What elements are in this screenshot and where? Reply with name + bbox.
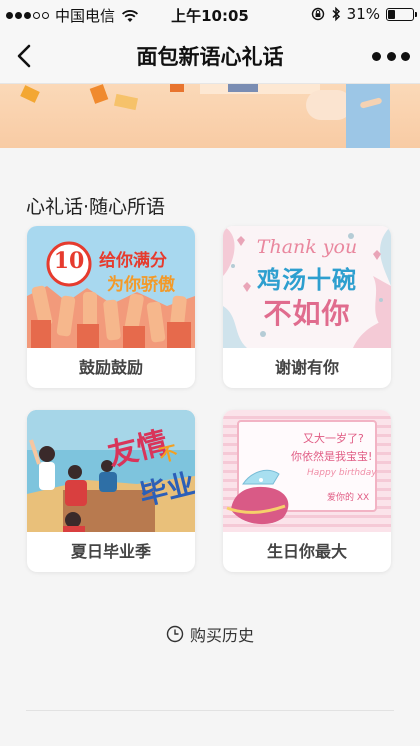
banner-decoration [228, 84, 258, 92]
art-text: Thank you [256, 236, 358, 258]
nav-bar: 面包新语心礼话 [0, 28, 420, 84]
card-label: 谢谢有你 [274, 358, 339, 377]
shoe-pillow-illustration [226, 469, 289, 525]
section-title: 心礼话·随心所语 [26, 196, 166, 218]
card-birthday[interactable]: 又大一岁了? 你依然是我宝宝! Happy birthday 爱你的 XX 生日… [223, 410, 391, 572]
card-label: 鼓励鼓励 [78, 358, 143, 377]
card-encourage[interactable]: 10 给你满分 为你骄傲 鼓励鼓励 [27, 226, 195, 388]
banner-decoration [20, 85, 40, 103]
card-image: 友情 不 毕业 [27, 410, 195, 532]
battery-fill [388, 9, 396, 19]
banner-image[interactable] [0, 84, 420, 148]
more-dots-icon[interactable] [372, 46, 410, 66]
card-image: 又大一岁了? 你依然是我宝宝! Happy birthday 爱你的 XX [223, 410, 391, 532]
bluetooth-icon [332, 6, 340, 22]
battery-icon [386, 7, 417, 21]
banner-decoration [346, 84, 390, 148]
card-label: 夏日毕业季 [70, 542, 151, 561]
banner-decoration [200, 84, 320, 94]
rotation-lock-icon [311, 7, 324, 21]
card-label: 生日你最大 [266, 542, 347, 561]
card-image: Thank you 鸡汤十碗 不如你 [223, 226, 391, 348]
card-image: 10 给你满分 为你骄傲 [27, 226, 195, 348]
art-text: 不如你 [263, 297, 351, 330]
art-text: 给你满分 [99, 251, 167, 271]
banner-decoration [170, 84, 184, 92]
divider [26, 710, 394, 711]
card-thanks[interactable]: Thank you 鸡汤十碗 不如你 谢谢有你 [223, 226, 391, 388]
card-graduation[interactable]: 友情 不 毕业 夏日毕业季 [27, 410, 195, 572]
art-text: 为你骄傲 [107, 275, 175, 295]
clock-icon [166, 625, 184, 643]
purchase-history-link[interactable]: 购买历史 [0, 622, 420, 646]
page-title: 面包新语心礼话 [136, 45, 284, 69]
banner-decoration [113, 93, 139, 111]
battery-percent: 31% [346, 5, 380, 23]
chevron-left-icon[interactable] [10, 40, 42, 72]
status-right: 31% [311, 5, 417, 23]
status-bar: 中国电信 上午10:05 31% [0, 0, 420, 28]
art-text: 鸡汤十碗 [257, 266, 357, 294]
purchase-history-label: 购买历史 [189, 626, 254, 645]
score-badge: 10 [53, 248, 85, 274]
banner-decoration [89, 84, 109, 104]
